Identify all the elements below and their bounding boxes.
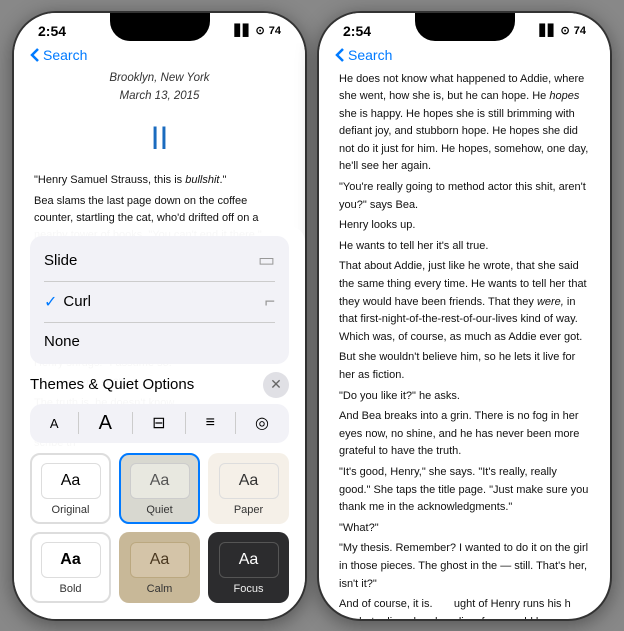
align-button[interactable]: ≡ [206, 414, 215, 432]
theme-calm[interactable]: Aa Calm [119, 532, 200, 603]
back-label-right: Search [348, 47, 392, 63]
toolbar-divider-1 [78, 412, 79, 434]
curl-label: Curl [63, 293, 91, 310]
slide-option-curl[interactable]: ✓ Curl ⌐ [30, 281, 289, 322]
close-button[interactable]: ✕ [263, 372, 289, 398]
slide-option-slide[interactable]: Slide ▭ [30, 240, 289, 281]
signal-icon-right: ▋▋ [540, 24, 557, 37]
nav-bar-right: Search [319, 43, 610, 69]
back-button-left[interactable]: Search [30, 47, 87, 63]
font-size-large-button[interactable]: A [99, 412, 112, 435]
status-time-left: 2:54 [38, 23, 66, 39]
check-icon: ✓ [44, 292, 57, 312]
format-button[interactable]: ⊟ [152, 413, 165, 433]
themes-label: Themes & Quiet Options [30, 376, 194, 393]
notch [110, 13, 210, 41]
phones-container: 2:54 ▋▋ ⊙ 74 Search Brooklyn, New York M… [12, 11, 612, 621]
theme-paper-label: Paper [234, 504, 263, 516]
theme-paper[interactable]: Aa Paper [208, 453, 289, 524]
theme-original-label: Original [52, 504, 90, 516]
themes-header: Themes & Quiet Options ✕ [30, 372, 289, 398]
theme-grid: Aa Original Aa Quiet Aa Paper [30, 453, 289, 603]
toolbar-divider-2 [132, 412, 133, 434]
theme-focus-label: Focus [234, 583, 264, 595]
theme-calm-label: Calm [147, 583, 173, 595]
wifi-icon-right: ⊙ [561, 24, 570, 37]
status-time-right: 2:54 [343, 23, 371, 39]
back-label-left: Search [43, 47, 87, 63]
brightness-button[interactable]: ◎ [255, 413, 269, 433]
theme-focus[interactable]: Aa Focus [208, 532, 289, 603]
none-label: None [44, 333, 80, 350]
theme-quiet-label: Quiet [146, 504, 172, 516]
battery-icon: 74 [269, 25, 281, 37]
toolbar-row: A A ⊟ ≡ ◎ [30, 404, 289, 443]
theme-bold-label: Bold [59, 583, 81, 595]
wifi-icon: ⊙ [256, 24, 265, 37]
theme-original[interactable]: Aa Original [30, 453, 111, 524]
font-size-small-button[interactable]: A [50, 416, 59, 431]
notch-right [415, 13, 515, 41]
slide-label: Slide [44, 252, 77, 269]
book-content-right: He does not know what happened to Addie,… [319, 69, 610, 621]
right-phone: 2:54 ▋▋ ⊙ 74 Search He does not know wha… [317, 11, 612, 621]
status-icons-left: ▋▋ ⊙ 74 [235, 24, 281, 37]
chapter-number: II [34, 113, 285, 164]
overlay-panel: Slide ▭ ✓ Curl ⌐ None Themes & Quiet Opt… [14, 226, 305, 619]
signal-icon: ▋▋ [235, 24, 252, 37]
book-header: Brooklyn, New York March 13, 2015 [34, 69, 285, 106]
toolbar-divider-3 [185, 412, 186, 434]
battery-icon-right: 74 [574, 25, 586, 37]
toolbar-divider-4 [235, 412, 236, 434]
slide-option-none[interactable]: None [30, 323, 289, 360]
slide-icon: ▭ [258, 250, 275, 271]
nav-bar-left: Search [14, 43, 305, 69]
slide-options-menu: Slide ▭ ✓ Curl ⌐ None [30, 236, 289, 364]
left-phone: 2:54 ▋▋ ⊙ 74 Search Brooklyn, New York M… [12, 11, 307, 621]
status-icons-right: ▋▋ ⊙ 74 [540, 24, 586, 37]
theme-quiet[interactable]: Aa Quiet [119, 453, 200, 524]
theme-bold[interactable]: Aa Bold [30, 532, 111, 603]
back-button-right[interactable]: Search [335, 47, 392, 63]
curl-icon: ⌐ [264, 291, 275, 312]
